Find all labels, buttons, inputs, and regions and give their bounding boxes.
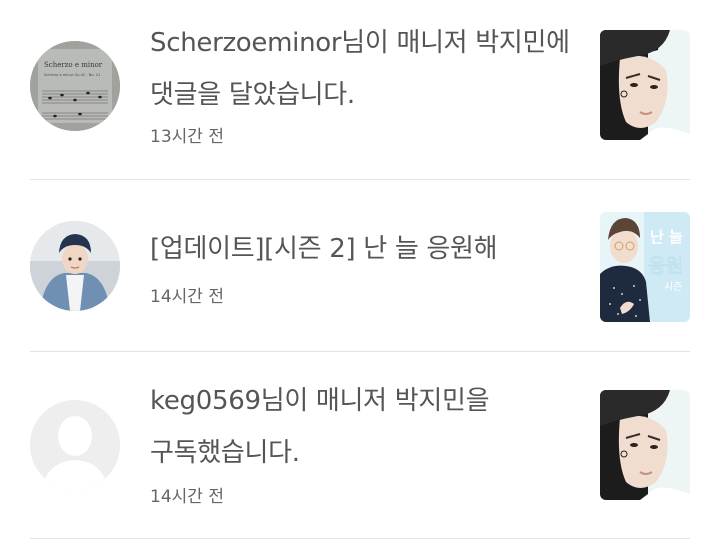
avatar-title-text: Scherzo e minor (44, 61, 103, 69)
notification-time: 14시간 전 (150, 487, 224, 507)
avatar-subtitle-text: Scherzo e minor Op.42 · No. 21 (44, 73, 100, 77)
portrait-avatar-image (30, 221, 120, 311)
notification-message-line: keg0569님이 매니저 박지민을 (150, 386, 490, 416)
notification-item[interactable]: [업데이트][시즌 2] 난 늘 응원해 14시간 전 난 늘 응원 시즌 (0, 180, 720, 352)
sheet-music-avatar-image: Scherzo e minor Scherzo e minor Op.42 · … (30, 41, 120, 131)
avatar[interactable] (30, 221, 120, 311)
user-placeholder-icon (30, 400, 120, 490)
post-thumbnail[interactable]: 난 늘 응원 시즌 (600, 212, 690, 322)
notification-item[interactable]: Scherzo e minor Scherzo e minor Op.42 · … (0, 0, 720, 180)
notification-message-line: 댓글을 달았습니다. (150, 80, 355, 110)
post-thumbnail[interactable] (600, 390, 690, 500)
notification-time: 14시간 전 (150, 287, 224, 307)
notification-message-line: Scherzoeminor님이 매니저 박지민에 (150, 28, 570, 58)
divider (30, 538, 690, 539)
portrait-thumbnail-image (600, 30, 690, 140)
notification-text: keg0569님이 매니저 박지민을 구독했습니다. 14시간 전 (150, 380, 580, 507)
notification-message-line: 구독했습니다. (150, 438, 300, 468)
post-banner-image: 난 늘 응원 시즌 (600, 212, 690, 322)
banner-text: 시즌 (664, 281, 682, 293)
notification-text: Scherzoeminor님이 매니저 박지민에 댓글을 달았습니다. 13시간… (150, 22, 580, 147)
portrait-thumbnail-image (600, 390, 690, 500)
notification-list: Scherzo e minor Scherzo e minor Op.42 · … (0, 0, 720, 540)
notification-item[interactable]: keg0569님이 매니저 박지민을 구독했습니다. 14시간 전 (0, 352, 720, 540)
default-avatar[interactable] (30, 400, 120, 490)
notification-time: 13시간 전 (150, 127, 224, 147)
avatar[interactable]: Scherzo e minor Scherzo e minor Op.42 · … (30, 41, 120, 131)
notification-message-line: [업데이트][시즌 2] 난 늘 응원해 (150, 234, 498, 264)
banner-text: 응원 (648, 255, 683, 277)
banner-text: 난 늘 (650, 228, 683, 246)
notification-text: [업데이트][시즌 2] 난 늘 응원해 14시간 전 (150, 228, 580, 307)
post-thumbnail[interactable] (600, 30, 690, 140)
